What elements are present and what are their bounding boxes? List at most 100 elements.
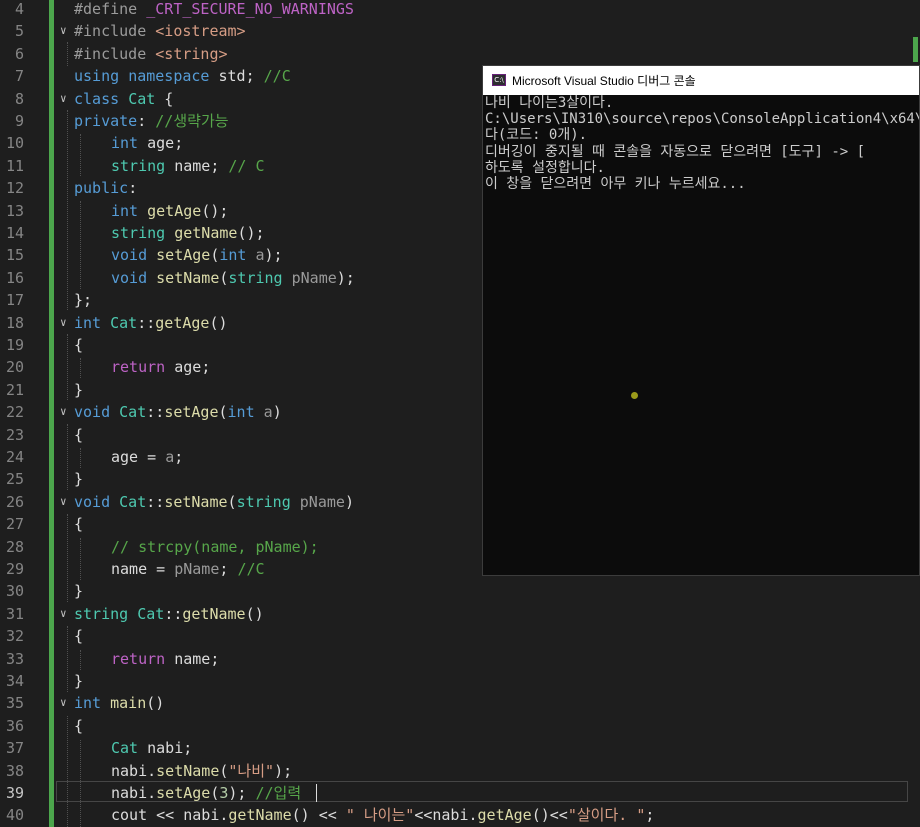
punctuation: ) bbox=[344, 492, 354, 511]
line-number: 15 bbox=[5, 246, 24, 265]
code-line[interactable]: class Cat { bbox=[74, 88, 173, 110]
collapse-chevron-icon[interactable]: ∨ bbox=[60, 88, 67, 110]
punctuation: ; bbox=[183, 739, 193, 758]
line-number: 4 bbox=[14, 0, 24, 18]
change-tracking-bar bbox=[49, 0, 54, 827]
collapse-chevron-icon[interactable]: ∨ bbox=[60, 603, 67, 625]
code-line[interactable]: int main() bbox=[74, 692, 164, 714]
keyword: int bbox=[74, 313, 111, 332]
punctuation: } bbox=[74, 380, 84, 399]
code-line[interactable]: void setAge(int a); bbox=[111, 244, 283, 266]
code-line[interactable]: return age; bbox=[111, 356, 210, 378]
parameter: pName bbox=[291, 268, 337, 287]
code-line[interactable]: private: //생략가능 bbox=[74, 110, 229, 132]
code-line[interactable]: void Cat::setAge(int a) bbox=[74, 401, 282, 423]
keyword: int bbox=[219, 246, 256, 265]
include-path: <iostream> bbox=[155, 22, 246, 41]
line-number: 27 bbox=[5, 515, 24, 534]
type-name: Cat bbox=[137, 604, 165, 623]
code-line[interactable]: #include <string> bbox=[74, 43, 228, 65]
type-name: string bbox=[111, 224, 175, 242]
code-line[interactable]: // strcpy(name, pName); bbox=[111, 536, 319, 558]
indent-guide bbox=[67, 626, 68, 692]
line-number: 12 bbox=[5, 179, 24, 198]
punctuation: () bbox=[209, 313, 228, 332]
code-line[interactable]: string name; // C bbox=[111, 155, 265, 177]
identifier: std bbox=[218, 67, 246, 86]
punctuation: . bbox=[147, 784, 157, 802]
line-number: 22 bbox=[5, 403, 24, 422]
operator: = bbox=[156, 560, 175, 578]
code-line[interactable]: { bbox=[74, 513, 83, 535]
code-line[interactable]: void Cat::setName(string pName) bbox=[74, 491, 354, 513]
function-name: setName bbox=[156, 761, 220, 780]
code-line[interactable]: #include <iostream> bbox=[74, 20, 246, 42]
console-titlebar[interactable]: C:\ Microsoft Visual Studio 디버그 콘솔 bbox=[483, 66, 919, 95]
collapse-chevron-icon[interactable]: ∨ bbox=[60, 491, 67, 513]
preprocessor-directive: #include bbox=[74, 44, 156, 63]
line-number: 40 bbox=[5, 806, 24, 825]
code-line[interactable]: } bbox=[74, 670, 83, 692]
code-line[interactable]: } bbox=[74, 468, 83, 490]
code-line-active[interactable]: nabi.setAge(3); //입력 bbox=[111, 782, 301, 804]
keyword: namespace bbox=[128, 67, 219, 86]
line-number: 31 bbox=[5, 604, 24, 623]
keyword: using bbox=[74, 67, 129, 86]
code-line[interactable]: { bbox=[74, 424, 83, 446]
collapse-chevron-icon[interactable]: ∨ bbox=[60, 401, 67, 423]
line-number: 33 bbox=[5, 649, 24, 668]
code-line[interactable]: void setName(string pName); bbox=[111, 267, 355, 289]
type-name: string bbox=[74, 604, 138, 623]
code-line[interactable]: cout << nabi.getName() << " 나이는"<<nabi.g… bbox=[111, 804, 654, 826]
code-line[interactable]: int getAge(); bbox=[111, 200, 228, 222]
code-line[interactable]: age = a; bbox=[111, 446, 183, 468]
line-number: 20 bbox=[5, 358, 24, 377]
punctuation: : bbox=[137, 112, 156, 130]
collapse-chevron-icon[interactable]: ∨ bbox=[60, 20, 67, 42]
code-line[interactable]: string getName(); bbox=[111, 222, 265, 244]
preprocessor-directive: #include bbox=[74, 22, 156, 41]
punctuation: . bbox=[147, 761, 157, 780]
collapse-chevron-icon[interactable]: ∨ bbox=[60, 312, 67, 334]
punctuation: { bbox=[74, 627, 84, 646]
type-name: Cat bbox=[119, 403, 147, 422]
code-line[interactable]: return name; bbox=[111, 648, 219, 670]
code-line[interactable]: } bbox=[74, 379, 83, 401]
punctuation: :: bbox=[137, 313, 156, 332]
function-name: getAge bbox=[477, 806, 532, 825]
code-line[interactable]: int age; bbox=[111, 132, 183, 154]
code-line[interactable]: }; bbox=[74, 289, 92, 311]
code-line[interactable]: { bbox=[74, 334, 83, 356]
code-line[interactable]: { bbox=[74, 715, 83, 737]
code-line[interactable]: } bbox=[74, 580, 83, 602]
code-line[interactable]: { bbox=[74, 625, 83, 647]
comment: //C bbox=[237, 560, 265, 578]
code-line[interactable]: #define _CRT_SECURE_NO_WARNINGS bbox=[74, 0, 354, 20]
function-name: setName bbox=[164, 492, 228, 511]
indent-guide bbox=[67, 716, 68, 827]
console-output[interactable]: 나비 나이는3살이다. C:\Users\IN310\source\repos\… bbox=[485, 95, 919, 192]
text-caret bbox=[316, 784, 317, 802]
code-line[interactable]: Cat nabi; bbox=[111, 737, 192, 759]
line-number: 11 bbox=[5, 156, 24, 175]
punctuation: ( bbox=[218, 403, 228, 422]
code-line[interactable]: nabi.setName("나비"); bbox=[111, 760, 292, 782]
function-name: getAge bbox=[147, 201, 202, 220]
operator: << bbox=[318, 806, 346, 825]
collapse-chevron-icon[interactable]: ∨ bbox=[60, 692, 67, 714]
punctuation: ) bbox=[272, 403, 282, 422]
console-window-title: Microsoft Visual Studio 디버그 콘솔 bbox=[512, 74, 696, 88]
function-name: setAge bbox=[156, 784, 211, 802]
punctuation: ); bbox=[274, 761, 293, 780]
code-line[interactable]: public: bbox=[74, 177, 137, 199]
line-number: 5 bbox=[14, 22, 24, 41]
line-number: 26 bbox=[5, 492, 24, 511]
code-line[interactable]: int Cat::getAge() bbox=[74, 312, 228, 334]
line-number: 34 bbox=[5, 672, 24, 690]
code-line[interactable]: string Cat::getName() bbox=[74, 603, 264, 625]
function-name: setAge bbox=[164, 403, 219, 422]
function-name: getName bbox=[228, 806, 292, 825]
code-line[interactable]: using namespace std; //C bbox=[74, 65, 291, 87]
debug-console-window[interactable]: C:\ Microsoft Visual Studio 디버그 콘솔 나비 나이… bbox=[482, 65, 920, 576]
code-line[interactable]: name = pName; //C bbox=[111, 558, 265, 580]
